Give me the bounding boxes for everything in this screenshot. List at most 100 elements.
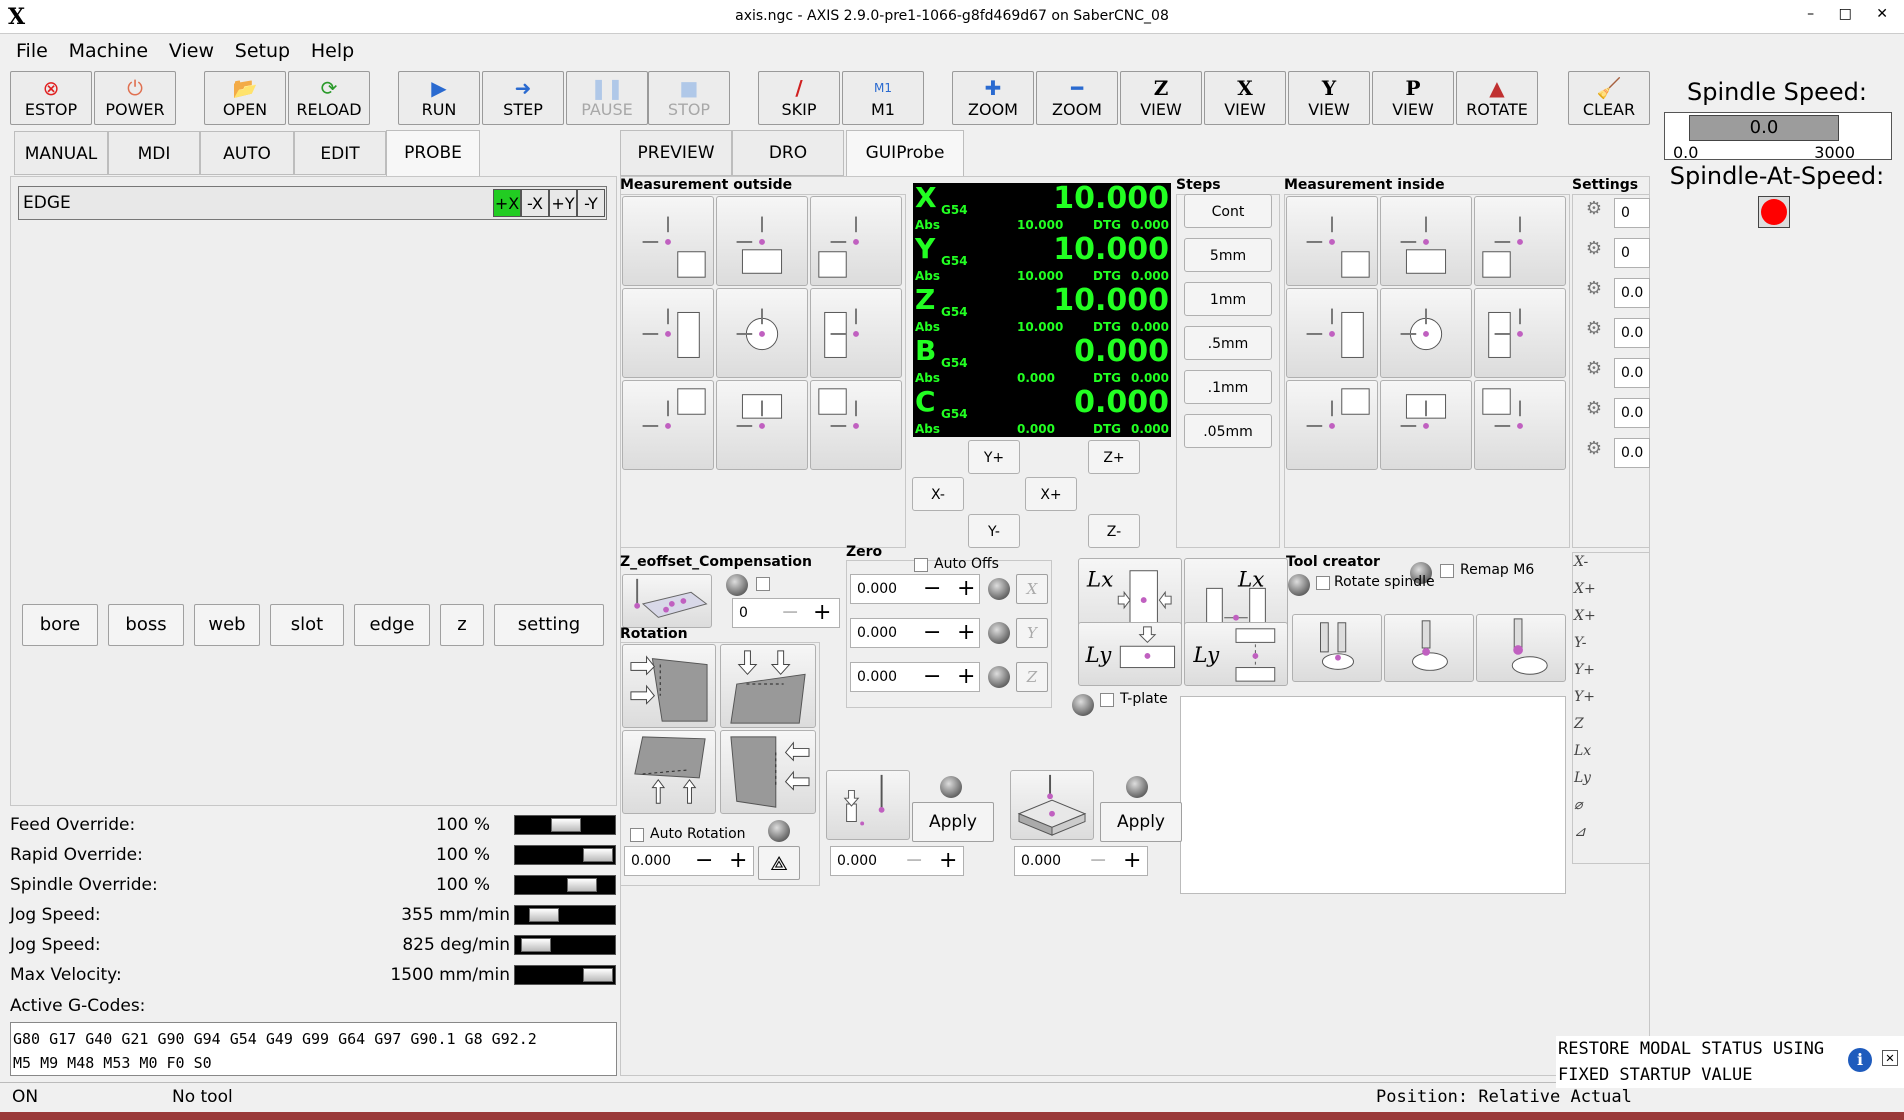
tab-mdi[interactable]: MDI bbox=[108, 131, 200, 175]
plus-icon[interactable]: + bbox=[729, 849, 747, 873]
setting-4-field[interactable]: 0.0 bbox=[1614, 358, 1650, 388]
slider-knob[interactable] bbox=[583, 848, 613, 862]
slider-knob[interactable] bbox=[521, 938, 551, 952]
table-probe-button[interactable] bbox=[1010, 770, 1094, 840]
remap-checkbox[interactable] bbox=[1440, 564, 1454, 578]
inside-probe-b[interactable] bbox=[1380, 380, 1472, 470]
setting-5-field[interactable]: 0.0 bbox=[1614, 398, 1650, 428]
jog-y-minus[interactable]: Y- bbox=[968, 514, 1020, 548]
estop-button[interactable]: ⊗ ESTOP bbox=[10, 71, 92, 125]
setting-6-field[interactable]: 0.0 bbox=[1614, 438, 1650, 468]
slider-knob[interactable] bbox=[583, 968, 613, 982]
web-button[interactable]: web bbox=[194, 604, 260, 646]
plus-icon[interactable]: + bbox=[957, 621, 975, 645]
zero-axis-button[interactable]: X bbox=[1016, 574, 1048, 604]
inside-probe-tl[interactable] bbox=[1286, 196, 1378, 286]
outside-probe-br[interactable] bbox=[810, 380, 902, 470]
side-probe-icon-9[interactable]: ⌀ bbox=[1574, 797, 1600, 821]
apply1-spin[interactable]: 0.000 − + bbox=[830, 846, 964, 876]
minus-icon[interactable]: − bbox=[781, 601, 799, 625]
side-probe-icon-3[interactable]: Y- bbox=[1574, 635, 1600, 659]
tab-dro[interactable]: DRO bbox=[732, 130, 844, 176]
step-1mm[interactable]: 1mm bbox=[1184, 282, 1272, 316]
rotation-probe-4[interactable] bbox=[720, 730, 816, 814]
jog-x-plus[interactable]: X+ bbox=[1025, 477, 1077, 511]
edge-button[interactable]: edge bbox=[354, 604, 430, 646]
view-x-button[interactable]: X VIEW bbox=[1204, 71, 1286, 125]
inside-probe-c[interactable] bbox=[1380, 288, 1472, 378]
rotation-probe-2[interactable] bbox=[720, 644, 816, 728]
side-probe-icon-8[interactable]: Ly bbox=[1574, 770, 1600, 794]
side-probe-icon-1[interactable]: X+ bbox=[1574, 581, 1600, 605]
view-y-button[interactable]: Y VIEW bbox=[1288, 71, 1370, 125]
stop-button[interactable]: ■ STOP bbox=[648, 71, 730, 125]
plus-icon[interactable]: + bbox=[957, 665, 975, 689]
ly-probe-1[interactable]: Ly bbox=[1078, 622, 1182, 686]
zeoffset-checkbox[interactable] bbox=[756, 577, 770, 591]
view-z-button[interactable]: Z VIEW bbox=[1120, 71, 1202, 125]
zoom-out-button[interactable]: ━ ZOOM bbox=[1036, 71, 1118, 125]
inside-probe-l[interactable] bbox=[1286, 288, 1378, 378]
slot-button[interactable]: slot bbox=[270, 604, 344, 646]
menu-setup[interactable]: Setup bbox=[235, 40, 290, 62]
zero-axis-button[interactable]: Z bbox=[1016, 662, 1048, 692]
minus-icon[interactable]: − bbox=[695, 849, 713, 873]
window-controls[interactable]: – □ ✕ bbox=[1807, 6, 1898, 22]
jog-speed-slider[interactable] bbox=[514, 905, 616, 925]
tool-creator-3[interactable] bbox=[1476, 614, 1566, 682]
side-probe-icon-2[interactable]: X+ bbox=[1574, 608, 1600, 632]
outside-probe-l[interactable] bbox=[622, 288, 714, 378]
plus-icon[interactable]: + bbox=[813, 601, 831, 625]
plus-icon[interactable]: + bbox=[957, 577, 975, 601]
tool-creator-2[interactable] bbox=[1384, 614, 1474, 682]
zero-spin[interactable]: 0.000− + bbox=[850, 662, 980, 692]
minus-icon[interactable]: − bbox=[905, 849, 923, 873]
side-probe-icon-6[interactable]: Z bbox=[1574, 716, 1600, 740]
side-probe-icon-7[interactable]: Lx bbox=[1574, 743, 1600, 767]
zero-spin[interactable]: 0.000− + bbox=[850, 574, 980, 604]
tab-manual[interactable]: MANUAL bbox=[14, 131, 108, 175]
outside-probe-r[interactable] bbox=[810, 288, 902, 378]
step-01mm[interactable]: .1mm bbox=[1184, 370, 1272, 404]
zoom-in-button[interactable]: ✚ ZOOM bbox=[952, 71, 1034, 125]
rotate-button[interactable]: ▲ ROTATE bbox=[1456, 71, 1538, 125]
inside-probe-r[interactable] bbox=[1474, 288, 1566, 378]
power-button[interactable]: ⏻ POWER bbox=[94, 71, 176, 125]
zero-spin[interactable]: 0.000− + bbox=[850, 618, 980, 648]
reload-button[interactable]: ⟳ RELOAD bbox=[288, 71, 370, 125]
side-probe-icon-10[interactable]: ⊿ bbox=[1574, 824, 1600, 848]
inside-probe-br[interactable] bbox=[1474, 380, 1566, 470]
z-button[interactable]: z bbox=[440, 604, 484, 646]
rotation-probe-3[interactable] bbox=[622, 730, 716, 814]
bore-button[interactable]: bore bbox=[22, 604, 98, 646]
tplate-checkbox[interactable] bbox=[1100, 693, 1114, 707]
zeoffset-probe-button[interactable] bbox=[622, 574, 712, 628]
jog-x-minus[interactable]: X- bbox=[912, 477, 964, 511]
outside-probe-t[interactable] bbox=[716, 196, 808, 286]
outside-probe-tl[interactable] bbox=[622, 196, 714, 286]
dir-plus-x[interactable]: +X bbox=[493, 189, 521, 217]
minus-icon[interactable]: − bbox=[923, 577, 941, 601]
rotation-probe-1[interactable] bbox=[622, 644, 716, 728]
feed-override-slider[interactable] bbox=[514, 815, 616, 835]
slider-knob[interactable] bbox=[551, 818, 581, 832]
outside-probe-b[interactable] bbox=[716, 380, 808, 470]
dir-minus-x[interactable]: -X bbox=[521, 189, 549, 217]
plus-icon[interactable]: + bbox=[939, 849, 957, 873]
jog-angular-speed-slider[interactable] bbox=[514, 935, 616, 955]
view-p-button[interactable]: P VIEW bbox=[1372, 71, 1454, 125]
tab-probe[interactable]: PROBE bbox=[386, 130, 480, 178]
slider-knob[interactable] bbox=[567, 878, 597, 892]
slider-knob[interactable] bbox=[529, 908, 559, 922]
apply-button-1[interactable]: Apply bbox=[912, 802, 994, 842]
open-button[interactable]: 📂 OPEN bbox=[204, 71, 286, 125]
tool-creator-1[interactable] bbox=[1292, 614, 1382, 682]
menu-file[interactable]: File bbox=[16, 40, 48, 62]
clear-button[interactable]: 🧹 CLEAR bbox=[1568, 71, 1650, 125]
rotation-apply-icon[interactable]: ⟁ bbox=[758, 846, 800, 880]
side-probe-icon-5[interactable]: Y+ bbox=[1574, 689, 1600, 713]
spindle-override-slider[interactable] bbox=[514, 875, 616, 895]
max-velocity-slider[interactable] bbox=[514, 965, 616, 985]
jog-y-plus[interactable]: Y+ bbox=[968, 440, 1020, 474]
minus-icon[interactable]: − bbox=[1089, 849, 1107, 873]
